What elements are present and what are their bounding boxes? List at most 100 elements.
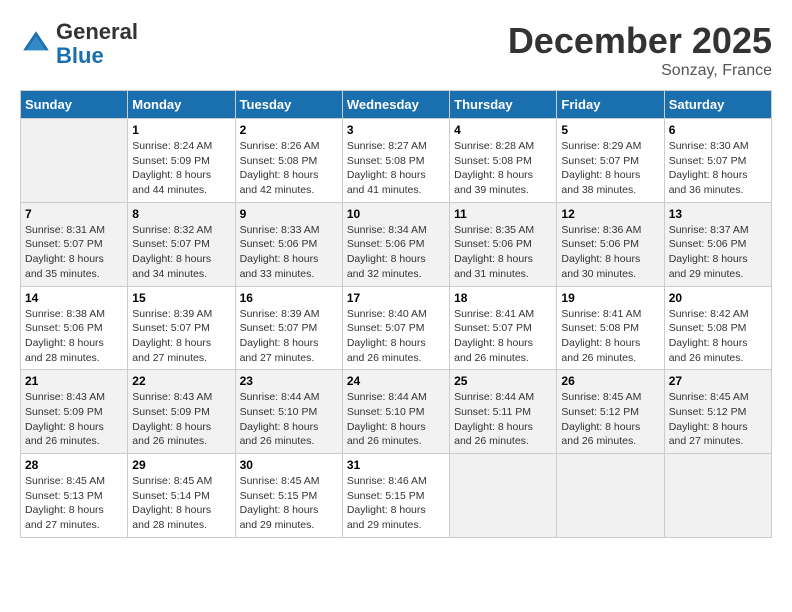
calendar-cell: 14 Sunrise: 8:38 AMSunset: 5:06 PMDaylig… (21, 286, 128, 370)
calendar-cell: 22 Sunrise: 8:43 AMSunset: 5:09 PMDaylig… (128, 370, 235, 454)
day-info: Sunrise: 8:46 AMSunset: 5:15 PMDaylight:… (347, 474, 445, 533)
day-number: 13 (669, 207, 767, 221)
day-number: 26 (561, 374, 659, 388)
calendar-cell: 20 Sunrise: 8:42 AMSunset: 5:08 PMDaylig… (664, 286, 771, 370)
day-info: Sunrise: 8:45 AMSunset: 5:12 PMDaylight:… (669, 390, 767, 449)
day-number: 10 (347, 207, 445, 221)
calendar-cell: 11 Sunrise: 8:35 AMSunset: 5:06 PMDaylig… (450, 202, 557, 286)
calendar-cell: 30 Sunrise: 8:45 AMSunset: 5:15 PMDaylig… (235, 454, 342, 538)
week-row-4: 21 Sunrise: 8:43 AMSunset: 5:09 PMDaylig… (21, 370, 772, 454)
calendar-cell: 9 Sunrise: 8:33 AMSunset: 5:06 PMDayligh… (235, 202, 342, 286)
column-header-thursday: Thursday (450, 91, 557, 119)
calendar-cell: 3 Sunrise: 8:27 AMSunset: 5:08 PMDayligh… (342, 119, 449, 203)
logo-general-text: General (56, 19, 138, 44)
calendar-cell: 15 Sunrise: 8:39 AMSunset: 5:07 PMDaylig… (128, 286, 235, 370)
day-number: 19 (561, 291, 659, 305)
calendar-cell: 31 Sunrise: 8:46 AMSunset: 5:15 PMDaylig… (342, 454, 449, 538)
day-number: 20 (669, 291, 767, 305)
day-info: Sunrise: 8:39 AMSunset: 5:07 PMDaylight:… (240, 307, 338, 366)
day-info: Sunrise: 8:45 AMSunset: 5:14 PMDaylight:… (132, 474, 230, 533)
calendar-cell: 13 Sunrise: 8:37 AMSunset: 5:06 PMDaylig… (664, 202, 771, 286)
day-info: Sunrise: 8:33 AMSunset: 5:06 PMDaylight:… (240, 223, 338, 282)
day-info: Sunrise: 8:44 AMSunset: 5:10 PMDaylight:… (347, 390, 445, 449)
calendar-cell: 26 Sunrise: 8:45 AMSunset: 5:12 PMDaylig… (557, 370, 664, 454)
day-info: Sunrise: 8:27 AMSunset: 5:08 PMDaylight:… (347, 139, 445, 198)
logo-blue-text: Blue (56, 43, 104, 68)
calendar-cell: 23 Sunrise: 8:44 AMSunset: 5:10 PMDaylig… (235, 370, 342, 454)
day-number: 31 (347, 458, 445, 472)
calendar-table: SundayMondayTuesdayWednesdayThursdayFrid… (20, 90, 772, 538)
day-info: Sunrise: 8:28 AMSunset: 5:08 PMDaylight:… (454, 139, 552, 198)
calendar-cell: 2 Sunrise: 8:26 AMSunset: 5:08 PMDayligh… (235, 119, 342, 203)
column-header-monday: Monday (128, 91, 235, 119)
day-number: 25 (454, 374, 552, 388)
calendar-cell: 8 Sunrise: 8:32 AMSunset: 5:07 PMDayligh… (128, 202, 235, 286)
day-number: 1 (132, 123, 230, 137)
calendar-cell: 5 Sunrise: 8:29 AMSunset: 5:07 PMDayligh… (557, 119, 664, 203)
day-number: 9 (240, 207, 338, 221)
day-number: 11 (454, 207, 552, 221)
day-number: 3 (347, 123, 445, 137)
calendar-cell: 12 Sunrise: 8:36 AMSunset: 5:06 PMDaylig… (557, 202, 664, 286)
location: Sonzay, France (508, 62, 772, 80)
day-number: 30 (240, 458, 338, 472)
week-row-3: 14 Sunrise: 8:38 AMSunset: 5:06 PMDaylig… (21, 286, 772, 370)
day-info: Sunrise: 8:29 AMSunset: 5:07 PMDaylight:… (561, 139, 659, 198)
column-header-wednesday: Wednesday (342, 91, 449, 119)
week-row-5: 28 Sunrise: 8:45 AMSunset: 5:13 PMDaylig… (21, 454, 772, 538)
day-info: Sunrise: 8:43 AMSunset: 5:09 PMDaylight:… (25, 390, 123, 449)
day-info: Sunrise: 8:31 AMSunset: 5:07 PMDaylight:… (25, 223, 123, 282)
calendar-cell: 4 Sunrise: 8:28 AMSunset: 5:08 PMDayligh… (450, 119, 557, 203)
calendar-cell: 19 Sunrise: 8:41 AMSunset: 5:08 PMDaylig… (557, 286, 664, 370)
column-header-tuesday: Tuesday (235, 91, 342, 119)
day-info: Sunrise: 8:41 AMSunset: 5:08 PMDaylight:… (561, 307, 659, 366)
week-row-1: 1 Sunrise: 8:24 AMSunset: 5:09 PMDayligh… (21, 119, 772, 203)
calendar-cell: 16 Sunrise: 8:39 AMSunset: 5:07 PMDaylig… (235, 286, 342, 370)
calendar-cell: 28 Sunrise: 8:45 AMSunset: 5:13 PMDaylig… (21, 454, 128, 538)
day-number: 17 (347, 291, 445, 305)
calendar-cell: 25 Sunrise: 8:44 AMSunset: 5:11 PMDaylig… (450, 370, 557, 454)
column-header-sunday: Sunday (21, 91, 128, 119)
calendar-cell: 7 Sunrise: 8:31 AMSunset: 5:07 PMDayligh… (21, 202, 128, 286)
calendar-cell: 18 Sunrise: 8:41 AMSunset: 5:07 PMDaylig… (450, 286, 557, 370)
calendar-cell: 1 Sunrise: 8:24 AMSunset: 5:09 PMDayligh… (128, 119, 235, 203)
day-info: Sunrise: 8:26 AMSunset: 5:08 PMDaylight:… (240, 139, 338, 198)
calendar-cell (21, 119, 128, 203)
day-info: Sunrise: 8:36 AMSunset: 5:06 PMDaylight:… (561, 223, 659, 282)
calendar-cell: 27 Sunrise: 8:45 AMSunset: 5:12 PMDaylig… (664, 370, 771, 454)
day-number: 24 (347, 374, 445, 388)
day-number: 4 (454, 123, 552, 137)
day-info: Sunrise: 8:32 AMSunset: 5:07 PMDaylight:… (132, 223, 230, 282)
day-number: 14 (25, 291, 123, 305)
title-block: December 2025 Sonzay, France (508, 20, 772, 80)
day-info: Sunrise: 8:41 AMSunset: 5:07 PMDaylight:… (454, 307, 552, 366)
calendar-cell: 10 Sunrise: 8:34 AMSunset: 5:06 PMDaylig… (342, 202, 449, 286)
calendar-cell (557, 454, 664, 538)
day-info: Sunrise: 8:39 AMSunset: 5:07 PMDaylight:… (132, 307, 230, 366)
day-info: Sunrise: 8:34 AMSunset: 5:06 PMDaylight:… (347, 223, 445, 282)
day-info: Sunrise: 8:44 AMSunset: 5:11 PMDaylight:… (454, 390, 552, 449)
day-number: 7 (25, 207, 123, 221)
day-info: Sunrise: 8:44 AMSunset: 5:10 PMDaylight:… (240, 390, 338, 449)
day-info: Sunrise: 8:43 AMSunset: 5:09 PMDaylight:… (132, 390, 230, 449)
day-info: Sunrise: 8:40 AMSunset: 5:07 PMDaylight:… (347, 307, 445, 366)
day-number: 15 (132, 291, 230, 305)
day-number: 5 (561, 123, 659, 137)
day-info: Sunrise: 8:35 AMSunset: 5:06 PMDaylight:… (454, 223, 552, 282)
day-number: 12 (561, 207, 659, 221)
day-info: Sunrise: 8:30 AMSunset: 5:07 PMDaylight:… (669, 139, 767, 198)
calendar-cell: 29 Sunrise: 8:45 AMSunset: 5:14 PMDaylig… (128, 454, 235, 538)
day-number: 28 (25, 458, 123, 472)
day-number: 22 (132, 374, 230, 388)
day-number: 8 (132, 207, 230, 221)
day-number: 2 (240, 123, 338, 137)
calendar-cell (450, 454, 557, 538)
logo-icon (20, 28, 52, 60)
day-info: Sunrise: 8:45 AMSunset: 5:12 PMDaylight:… (561, 390, 659, 449)
logo: General Blue (20, 20, 138, 68)
day-number: 21 (25, 374, 123, 388)
day-info: Sunrise: 8:45 AMSunset: 5:13 PMDaylight:… (25, 474, 123, 533)
day-info: Sunrise: 8:42 AMSunset: 5:08 PMDaylight:… (669, 307, 767, 366)
day-number: 23 (240, 374, 338, 388)
column-headers-row: SundayMondayTuesdayWednesdayThursdayFrid… (21, 91, 772, 119)
